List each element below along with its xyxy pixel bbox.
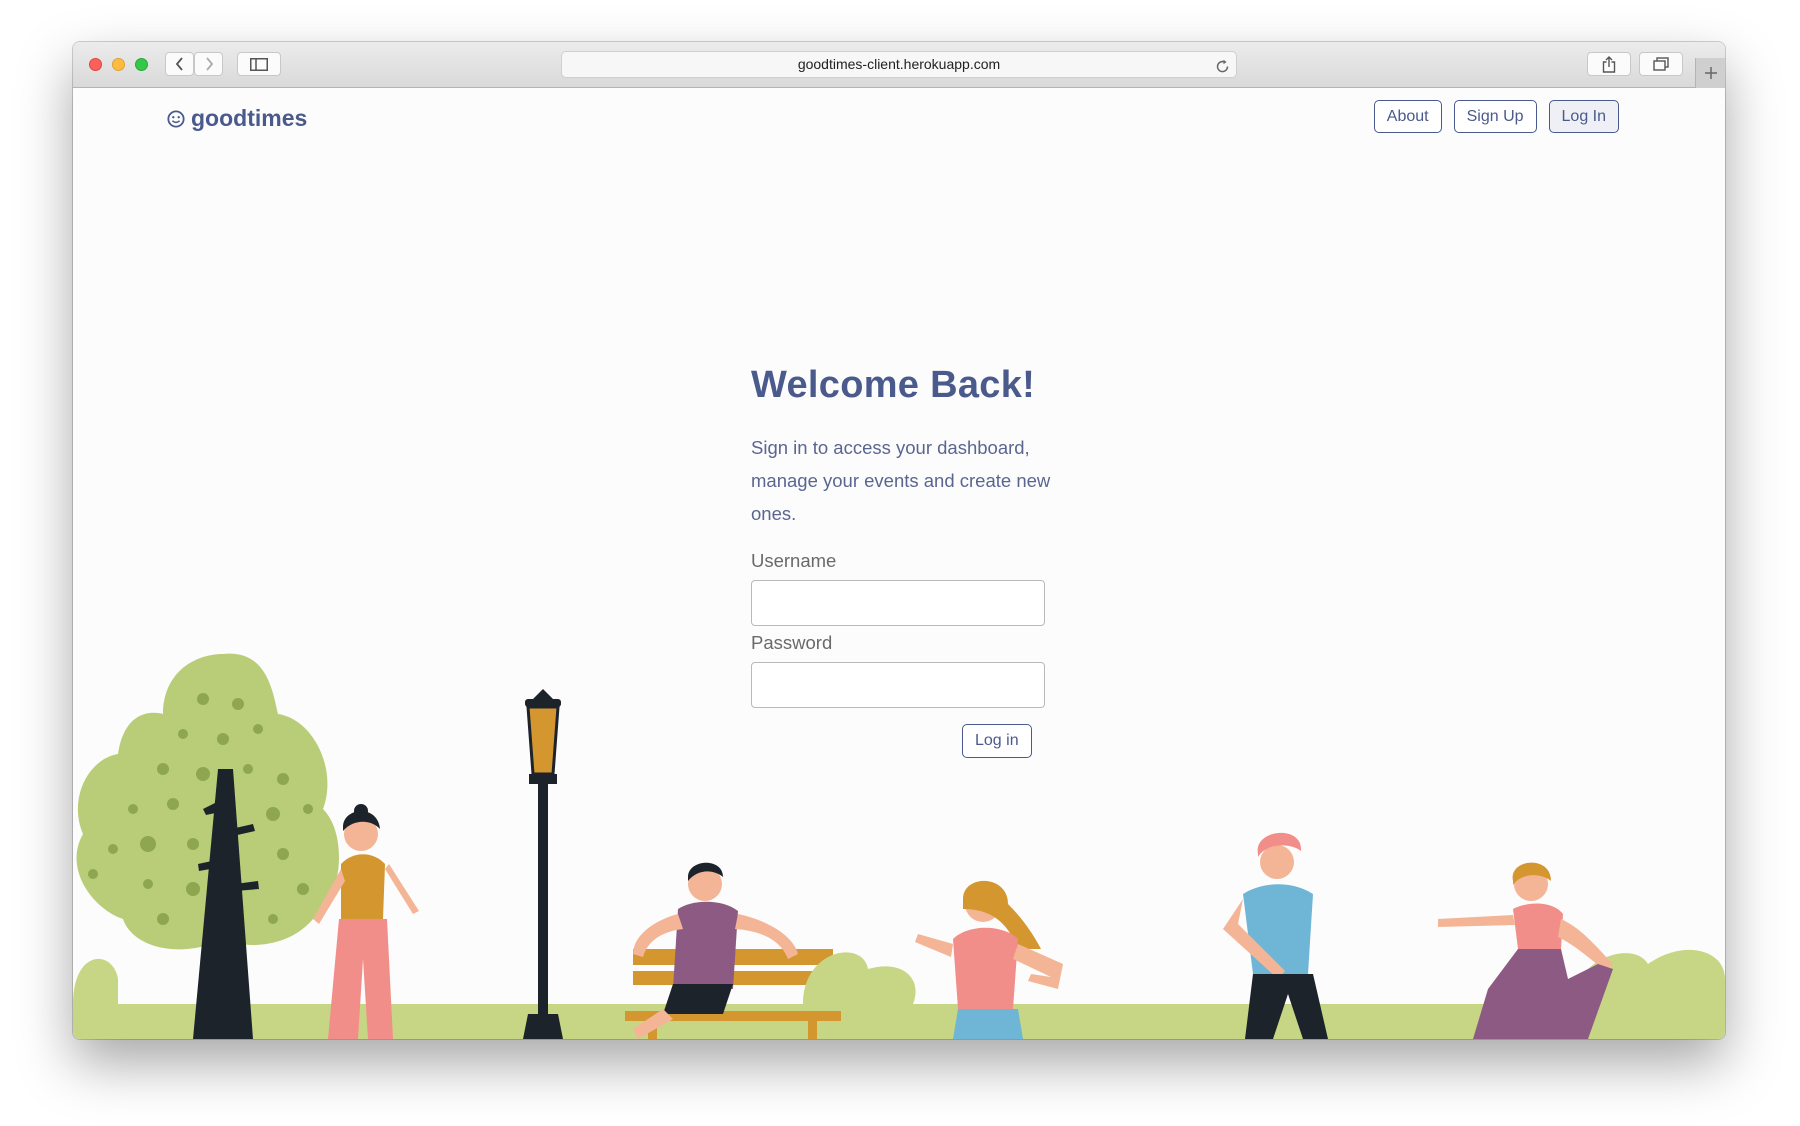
password-label: Password [751, 632, 833, 653]
forward-button[interactable] [194, 52, 223, 76]
log-in-submit-button[interactable]: Log in [962, 724, 1032, 758]
brand-logo[interactable]: goodtimes [167, 105, 307, 132]
browser-window: goodtimes-client.herokuapp.com goodtimes… [73, 42, 1725, 1039]
street-lamp-illustration [523, 689, 563, 1039]
back-button[interactable] [165, 52, 194, 76]
page-title: Welcome Back! [751, 364, 1036, 406]
tabs-icon [1653, 57, 1669, 71]
about-button[interactable]: About [1373, 100, 1442, 133]
share-icon [1602, 55, 1616, 73]
login-form: Welcome Back! Sign in to access your das… [751, 364, 1071, 758]
browser-toolbar: goodtimes-client.herokuapp.com [73, 42, 1725, 88]
chevron-right-icon [205, 57, 213, 71]
smiley-icon [167, 109, 185, 128]
url-text: goodtimes-client.herokuapp.com [797, 56, 1001, 72]
reload-icon[interactable] [1215, 57, 1230, 82]
address-bar[interactable]: goodtimes-client.herokuapp.com [561, 51, 1237, 78]
page-subtitle: Sign in to access your dashboard, manage… [751, 437, 1051, 524]
minimize-window-button[interactable] [112, 58, 125, 71]
username-input[interactable] [751, 580, 1045, 626]
sidebar-icon [250, 57, 268, 71]
sidebar-toggle-button[interactable] [237, 52, 281, 76]
close-window-button[interactable] [89, 58, 102, 71]
sign-up-button[interactable]: Sign Up [1453, 100, 1537, 133]
share-button[interactable] [1587, 52, 1631, 76]
top-nav: About Sign Up Log In [1373, 100, 1619, 133]
brand-name: goodtimes [191, 105, 308, 131]
new-tab-button[interactable] [1695, 58, 1725, 88]
username-label: Username [751, 550, 837, 571]
page-content: goodtimes About Sign Up Log In Welcome B… [73, 88, 1725, 1039]
chevron-left-icon [175, 57, 183, 71]
password-input[interactable] [751, 662, 1045, 708]
plus-icon [1704, 67, 1717, 79]
log-in-nav-button[interactable]: Log In [1548, 100, 1619, 133]
tabs-overview-button[interactable] [1639, 52, 1683, 76]
zoom-window-button[interactable] [135, 58, 148, 71]
